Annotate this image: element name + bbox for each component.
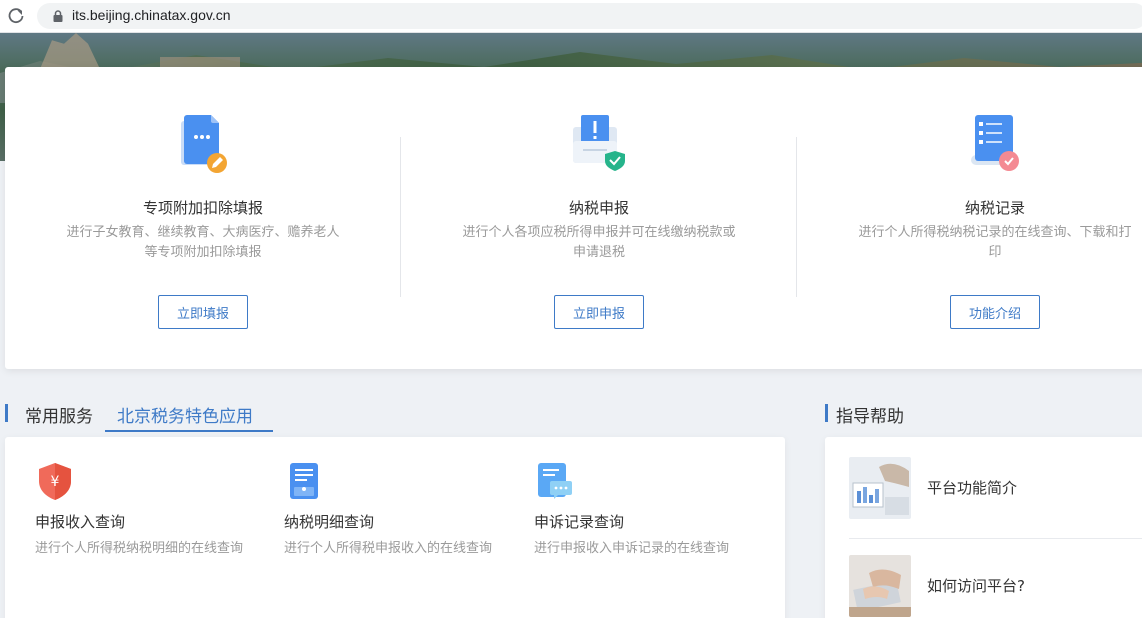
active-tab-underline	[105, 430, 273, 432]
item-title: 纳税明细查询	[284, 513, 375, 531]
declare-now-button[interactable]: 立即申报	[554, 295, 644, 329]
detail-doc-icon	[290, 463, 318, 499]
fill-now-button[interactable]: 立即填报	[158, 295, 248, 329]
service-desc: 进行个人所得税纳税记录的在线查询、下载和打印	[858, 225, 1132, 260]
section-accent-bar	[5, 404, 8, 422]
tax-record-icon	[971, 115, 1019, 171]
service-title: 纳税申报	[568, 199, 629, 217]
reload-icon[interactable]	[7, 7, 25, 25]
appeal-chat-icon	[538, 463, 572, 499]
service-block-record: 纳税记录 进行个人所得税纳税记录的在线查询、下载和打印 功能介绍	[797, 67, 1142, 369]
tab-beijing-apps[interactable]: 北京税务特色应用	[117, 402, 253, 427]
item-desc: 进行个人所得税纳税明细的在线查询	[35, 541, 244, 556]
section-accent-bar	[825, 404, 828, 422]
list-item-detail-query[interactable]: 纳税明细查询 进行个人所得税申报收入的在线查询	[254, 437, 494, 587]
item-desc: 进行个人所得税申报收入的在线查询	[284, 541, 493, 556]
help-item-label: 平台功能简介	[927, 479, 1018, 497]
yen-shield-icon: ¥	[39, 463, 71, 500]
url-text: its.beijing.chinatax.gov.cn	[72, 7, 231, 23]
service-title: 纳税记录	[964, 199, 1025, 217]
help-item-access-guide[interactable]: 如何访问平台?	[849, 555, 1142, 617]
top-services-card: 专项附加扣除填报 进行子女教育、继续教育、大病医疗、赡养老人等专项附加扣除填报 …	[5, 67, 1142, 369]
feature-intro-button[interactable]: 功能介绍	[950, 295, 1040, 329]
service-title: 专项附加扣除填报	[142, 199, 263, 217]
access-guide-thumbnail	[849, 555, 911, 617]
list-item-appeal-query[interactable]: 申诉记录查询 进行申报收入申诉记录的在线查询	[504, 437, 744, 587]
document-edit-icon	[181, 115, 227, 173]
platform-intro-thumbnail	[849, 457, 911, 519]
service-block-declare: 纳税申报 进行个人各项应税所得申报并可在线缴纳税款或申请退税 立即申报	[401, 67, 797, 369]
list-item-income-query[interactable]: ¥ 申报收入查询 进行个人所得税纳税明细的在线查询	[5, 437, 245, 587]
tab-common-services[interactable]: 常用服务	[25, 402, 93, 427]
item-title: 申诉记录查询	[534, 513, 625, 531]
svg-text:¥: ¥	[51, 474, 60, 490]
item-desc: 进行申报收入申诉记录的在线查询	[534, 541, 730, 556]
lock-icon	[53, 10, 63, 22]
help-item-platform-intro[interactable]: 平台功能简介	[849, 457, 1142, 519]
url-field[interactable]: its.beijing.chinatax.gov.cn	[37, 3, 1142, 29]
service-desc: 进行子女教育、继续教育、大病医疗、赡养老人等专项附加扣除填报	[66, 225, 340, 260]
item-title: 申报收入查询	[35, 513, 126, 531]
help-card: 平台功能简介 如何访问平台?	[825, 437, 1142, 618]
service-desc: 进行个人各项应税所得申报并可在线缴纳税款或申请退税	[462, 225, 736, 260]
divider	[849, 538, 1142, 539]
help-section-title: 指导帮助	[836, 407, 904, 427]
help-item-label: 如何访问平台?	[927, 577, 1025, 595]
common-services-card: ¥ 申报收入查询 进行个人所得税纳税明细的在线查询 纳税明细查询 进行个人所得税…	[5, 437, 785, 618]
browser-address-bar: its.beijing.chinatax.gov.cn	[0, 0, 1142, 33]
tax-declare-icon	[573, 115, 625, 171]
service-block-deduction: 专项附加扣除填报 进行子女教育、继续教育、大病医疗、赡养老人等专项附加扣除填报 …	[5, 67, 401, 369]
